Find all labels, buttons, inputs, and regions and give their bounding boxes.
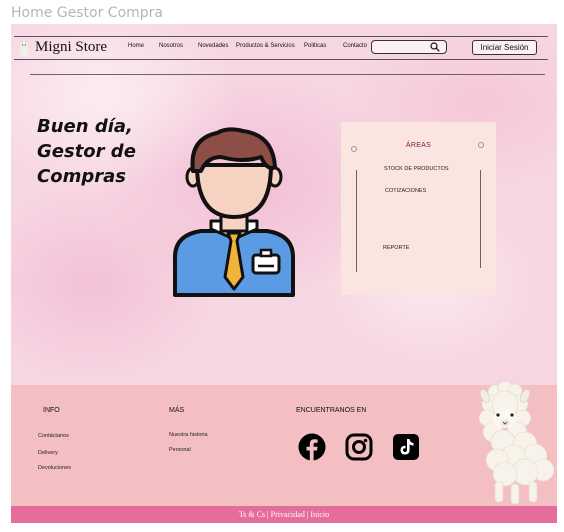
area-cotizaciones-link[interactable]: COTIZACIONES [385,188,426,194]
brand-name[interactable]: Migni Store [35,39,107,56]
footer-delivery-link[interactable]: Delivery [38,450,58,456]
bottom-links-bar[interactable]: Ts & Cs | Privacidad | Inicio [11,506,557,523]
instagram-icon[interactable] [345,433,373,461]
greeting-line-1: Buen día, [37,116,133,137]
panel-right-line [480,170,481,268]
greeting-text: Buen día, Gestor de Compras [37,114,136,189]
areas-panel: ÁREAS STOCK DE PRODUCTOS COTIZACIONES RE… [341,122,496,295]
footer-info-heading: INFO [43,407,60,414]
areas-title: ÁREAS [405,142,432,149]
greeting-line-2: Gestor de [37,141,136,162]
home-page: Migni Store Home Nosotros Novedades Prod… [11,24,557,523]
nav-contacto-link[interactable]: Contacto [343,43,367,49]
facebook-icon[interactable] [298,433,326,461]
frame-title: Home Gestor Compra [11,5,164,21]
search-input[interactable] [371,40,447,54]
footer-personal-link[interactable]: Personal [169,447,191,453]
alpaca-mascot-icon [478,382,555,505]
search-icon[interactable] [430,42,440,52]
top-navbar: Migni Store Home Nosotros Novedades Prod… [14,36,548,60]
footer-social-heading: ENCUENTRANOS EN [296,407,367,414]
login-button[interactable]: Iniciar Sesión [472,40,537,55]
footer-more-heading: MÁS [169,407,185,414]
area-reporte-link[interactable]: REPORTE [383,245,410,251]
alpaca-logo-icon[interactable] [17,39,31,57]
nav-productos-link[interactable]: Productos & Servicios [236,43,295,49]
tiktok-icon[interactable] [393,434,419,460]
area-stock-productos-link[interactable]: STOCK DE PRODUCTOS [384,166,449,172]
nav-politicas-link[interactable]: Politicas [304,43,326,49]
greeting-line-3: Compras [37,166,126,187]
header-divider [30,74,545,75]
nav-novedades-link[interactable]: Novedades [198,43,228,49]
footer-contactanos-link[interactable]: Contáctanos [38,433,69,439]
footer-historia-link[interactable]: Nuestra historia [169,432,208,438]
panel-left-line [356,170,357,272]
nav-nosotros-link[interactable]: Nosotros [159,43,183,49]
footer-devoluciones-link[interactable]: Devoluciones [38,465,71,471]
footer: INFO Contáctanos Delivery Devoluciones M… [11,382,557,506]
purchasing-manager-avatar-icon [173,127,295,297]
nav-home-link[interactable]: Home [128,43,144,49]
